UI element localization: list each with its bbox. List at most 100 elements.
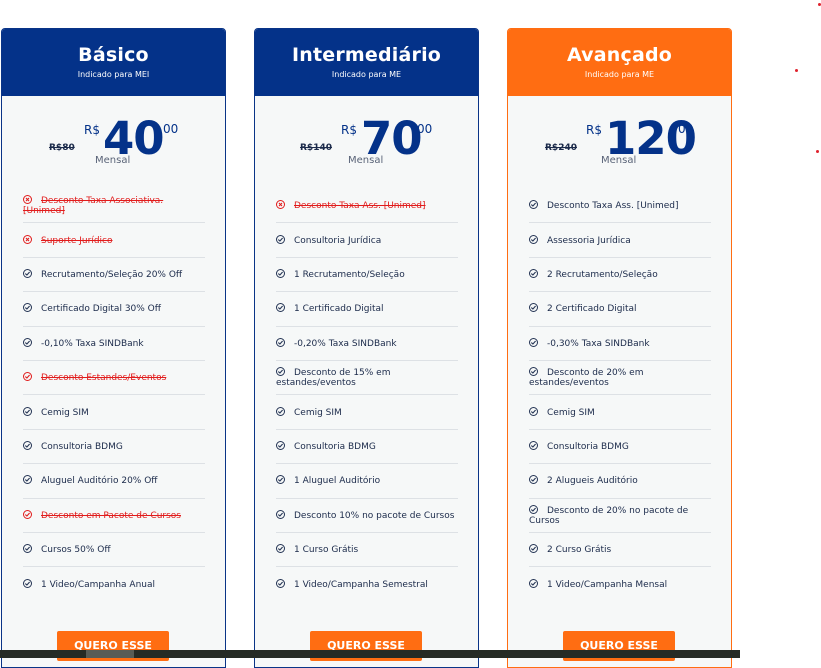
feature-item: 1 Recrutamento/Seleção xyxy=(276,258,458,293)
plan-name: Intermediário xyxy=(291,44,442,66)
feature-item: 1 Video/Campanha Mensal xyxy=(529,567,711,601)
check-circle-icon xyxy=(529,406,538,416)
feature-item: Desconto Taxa Associativa. [Unimed] xyxy=(23,189,205,224)
feature-text: 2 Curso Grátis xyxy=(547,545,612,556)
feature-text: -0,30% Taxa SINDBank xyxy=(547,338,650,349)
check-circle-icon xyxy=(529,367,538,377)
check-circle-icon xyxy=(529,440,538,450)
billing-period: Mensal xyxy=(348,155,384,166)
check-circle-icon xyxy=(23,578,32,588)
check-circle-icon xyxy=(276,406,285,416)
plan-header: Avançado Indicado para ME xyxy=(508,29,731,96)
plan-name: Básico xyxy=(78,44,149,66)
feature-text: Consultoria Jurídica xyxy=(294,235,382,246)
feature-item: Desconto de 20% no pacote de Cursos xyxy=(529,499,711,533)
feature-item: 1 Video/Campanha Semestral xyxy=(276,567,458,601)
feature-item: 2 Certificado Digital xyxy=(529,292,711,327)
feature-item: Consultoria Jurídica xyxy=(276,223,458,258)
feature-text: Desconto Taxa Associativa. [Unimed] xyxy=(23,196,164,217)
x-circle-icon xyxy=(23,195,32,205)
bottom-scrollbar[interactable] xyxy=(0,650,740,658)
currency-symbol: R$ xyxy=(84,123,100,137)
check-circle-icon xyxy=(529,337,538,347)
check-circle-icon xyxy=(276,509,285,519)
price-cents: 00 xyxy=(678,122,694,136)
old-price: R$140 xyxy=(300,143,332,153)
feature-text: Desconto 10% no pacote de Cursos xyxy=(294,510,455,521)
feature-list: Desconto Taxa Ass. [Unimed] Consultoria J… xyxy=(276,189,458,602)
feature-text: Desconto de 20% no pacote de Cursos xyxy=(529,505,689,526)
billing-period: Mensal xyxy=(601,155,637,166)
check-circle-icon xyxy=(276,544,285,554)
check-circle-icon xyxy=(276,440,285,450)
check-circle-icon xyxy=(23,440,32,450)
check-circle-icon xyxy=(529,578,538,588)
feature-item: Desconto de 15% em estandes/eventos xyxy=(276,361,458,396)
x-circle-icon xyxy=(276,200,285,210)
check-circle-icon xyxy=(529,504,538,514)
feature-text: 1 Video/Campanha Anual xyxy=(41,579,155,590)
feature-text: Consultoria BDMG xyxy=(547,441,629,452)
plan-header: Intermediário Indicado para ME xyxy=(255,29,478,96)
plan-subtitle: Indicado para MEI xyxy=(77,70,150,79)
check-circle-icon xyxy=(23,406,32,416)
feature-item: Suporte Jurídico xyxy=(23,223,205,258)
feature-item: Consultoria BDMG xyxy=(23,430,205,465)
feature-text: 1 Curso Grátis xyxy=(294,545,359,556)
plan-card: Intermediário Indicado para ME R$140 R$ 70 00… xyxy=(254,28,479,668)
feature-item: Desconto 10% no pacote de Cursos xyxy=(276,499,458,533)
check-circle-icon xyxy=(23,544,32,554)
feature-item: 1 Video/Campanha Anual xyxy=(23,567,205,601)
feature-text: Consultoria BDMG xyxy=(41,441,123,452)
check-circle-icon xyxy=(529,234,538,244)
check-circle-icon xyxy=(529,475,538,485)
feature-item: Desconto Taxa Ass. [Unimed] xyxy=(276,189,458,224)
feature-text: 1 Video/Campanha Mensal xyxy=(547,579,668,590)
decor-dot xyxy=(816,150,819,153)
feature-list: Desconto Taxa Ass. [Unimed] Assessoria Ju… xyxy=(529,189,711,602)
check-circle-icon xyxy=(276,234,285,244)
old-price: R$240 xyxy=(545,143,577,153)
feature-text: Consultoria BDMG xyxy=(294,441,376,452)
price-cents: 00 xyxy=(417,122,433,136)
price-cents: 00 xyxy=(163,122,179,136)
feature-item: 1 Certificado Digital xyxy=(276,292,458,327)
check-circle-icon xyxy=(529,200,538,210)
feature-item: Cemig SIM xyxy=(23,395,205,430)
feature-text: Suporte Jurídico xyxy=(41,235,113,246)
feature-text: Certificado Digital 30% Off xyxy=(41,304,161,315)
feature-text: Desconto Estandes/Eventos xyxy=(41,373,167,384)
feature-text: -0,20% Taxa SINDBank xyxy=(294,338,397,349)
feature-text: 2 Recrutamento/Seleção xyxy=(547,269,658,280)
feature-item: Certificado Digital 30% Off xyxy=(23,292,205,327)
check-circle-icon xyxy=(529,268,538,278)
check-circle-icon xyxy=(23,268,32,278)
feature-text: 2 Alugueis Auditório xyxy=(547,476,638,487)
check-circle-icon xyxy=(23,337,32,347)
check-circle-icon xyxy=(276,367,285,377)
check-circle-icon xyxy=(23,475,32,485)
feature-item: Desconto de 20% em estandes/eventos xyxy=(529,361,711,396)
feature-item: Cemig SIM xyxy=(276,395,458,430)
feature-text: 1 Recrutamento/Seleção xyxy=(294,269,405,280)
check-circle-icon xyxy=(276,268,285,278)
price-block: R$140 R$ 70 00 Mensal xyxy=(255,96,478,172)
billing-period: Mensal xyxy=(95,155,131,166)
price-block: R$240 R$ 120 00 Mensal xyxy=(508,96,731,172)
plan-name: Avançado xyxy=(566,44,673,66)
check-circle-icon xyxy=(529,303,538,313)
feature-text: 1 Video/Campanha Semestral xyxy=(294,579,428,590)
price-block: R$80 R$ 40 00 Mensal xyxy=(2,96,225,172)
scrollbar-thumb[interactable] xyxy=(86,650,134,658)
feature-item: Cursos 50% Off xyxy=(23,533,205,568)
feature-item: 1 Aluguel Auditório xyxy=(276,464,458,499)
feature-text: Cemig SIM xyxy=(294,407,342,418)
feature-text: Cemig SIM xyxy=(547,407,595,418)
feature-item: -0,10% Taxa SINDBank xyxy=(23,327,205,361)
feature-text: 1 Certificado Digital xyxy=(294,304,384,315)
feature-item: Desconto Estandes/Eventos xyxy=(23,361,205,396)
feature-text: Desconto em Pacote de Cursos xyxy=(41,510,181,521)
plan-subtitle: Indicado para ME xyxy=(331,70,402,79)
check-circle-icon xyxy=(276,337,285,347)
feature-item: Recrutamento/Seleção 20% Off xyxy=(23,258,205,293)
